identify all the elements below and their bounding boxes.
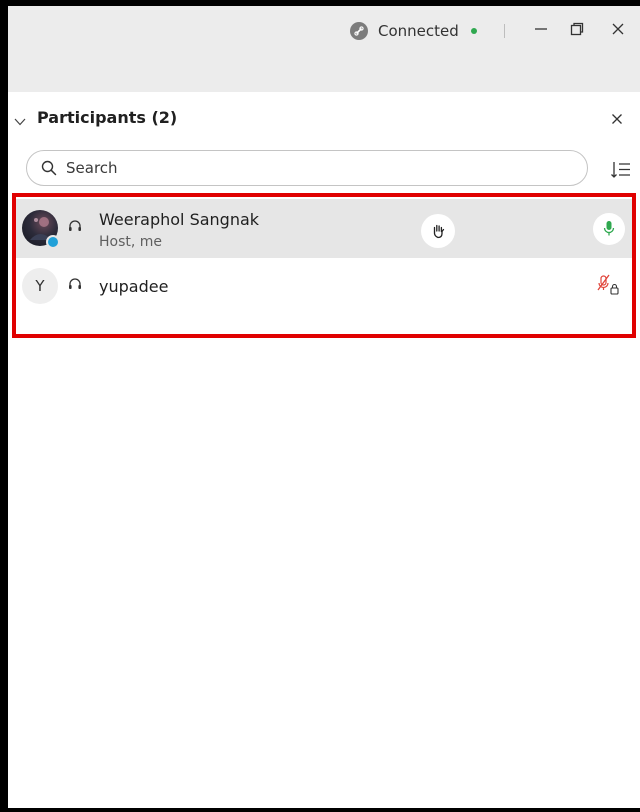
list-item[interactable]: Weeraphol Sangnak Host, me: [16, 199, 632, 258]
connection-status: Connected: [350, 20, 477, 42]
search-input[interactable]: [66, 159, 546, 177]
headset-icon: [69, 220, 81, 231]
minimize-icon: [535, 28, 547, 30]
link-status-icon: [350, 22, 368, 40]
list-item[interactable]: Y yupadee: [16, 258, 632, 317]
title-bar: Connected: [8, 6, 640, 92]
search-box[interactable]: [26, 150, 588, 186]
connection-status-text: Connected: [378, 22, 459, 40]
avatar-initial: Y: [35, 277, 45, 295]
microphone-icon: [603, 221, 615, 236]
sort-button[interactable]: [610, 159, 632, 181]
participant-list: Weeraphol Sangnak Host, me Y yupadee: [12, 193, 636, 338]
window-close-button[interactable]: [605, 16, 631, 42]
presence-badge: [46, 235, 60, 249]
mute-participant-button[interactable]: [593, 213, 625, 245]
mic-muted-locked-icon[interactable]: [596, 273, 620, 297]
panel-title: Participants (2): [37, 108, 178, 127]
headset-icon: [69, 278, 81, 289]
participants-window: Connected Participants (2) Search Weerap…: [8, 6, 640, 808]
titlebar-divider: [504, 24, 505, 38]
close-panel-button[interactable]: [606, 108, 628, 130]
search-icon: [41, 160, 57, 176]
panel-header: Participants (2): [8, 92, 640, 144]
connection-status-dot: [470, 28, 477, 34]
avatar: Y: [22, 268, 58, 304]
sort-list-icon: [611, 162, 630, 178]
participant-name: yupadee: [99, 277, 169, 296]
lower-hand-button[interactable]: [421, 214, 455, 248]
raise-hand-icon: [433, 224, 445, 239]
restore-button[interactable]: [564, 16, 590, 42]
restore-icon: [570, 22, 584, 36]
close-icon: [612, 23, 624, 35]
minimize-button[interactable]: [528, 16, 554, 42]
chevron-down-icon: [14, 118, 26, 126]
close-icon: [612, 114, 622, 124]
participant-name: Weeraphol Sangnak: [99, 210, 260, 229]
screen-frame-bottom: [0, 808, 640, 812]
collapse-panel-button[interactable]: [14, 112, 26, 131]
participant-role: Host, me: [99, 234, 163, 250]
screen-frame-left: [0, 0, 8, 812]
